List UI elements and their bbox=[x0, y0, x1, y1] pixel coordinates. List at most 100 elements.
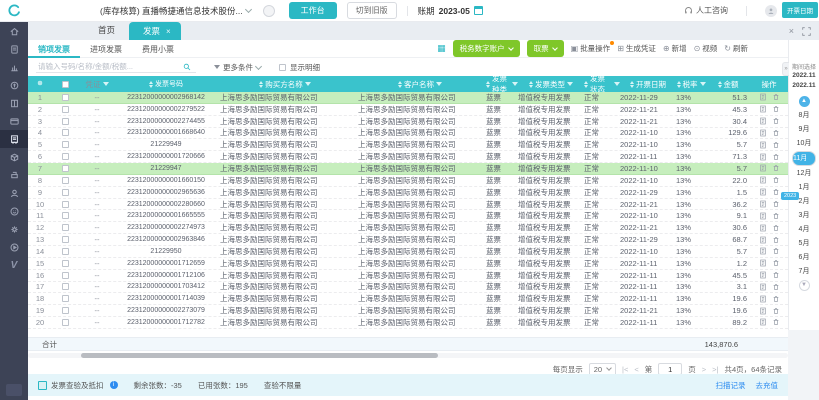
calendar-icon[interactable] bbox=[474, 6, 483, 15]
table-row[interactable]: 17--22312000000001703412上海思多励国际贸易有限公司上海思… bbox=[28, 282, 788, 294]
month-item[interactable]: 8月 bbox=[792, 109, 816, 122]
row-checkbox[interactable] bbox=[62, 165, 69, 172]
delete-icon[interactable] bbox=[772, 295, 780, 303]
detail-icon[interactable] bbox=[759, 105, 767, 113]
detail-icon[interactable] bbox=[759, 224, 767, 232]
detail-icon[interactable] bbox=[759, 200, 767, 208]
sort-icon[interactable] bbox=[529, 81, 533, 88]
cell-checkbox[interactable] bbox=[52, 295, 78, 302]
add-invoice-button[interactable]: ⊕ 新增 bbox=[663, 43, 687, 54]
sort-icon[interactable] bbox=[677, 81, 681, 88]
col-header-9[interactable]: 开票日期 bbox=[620, 76, 676, 92]
sidebar-item-home[interactable] bbox=[0, 22, 28, 40]
cell-checkbox[interactable] bbox=[52, 248, 78, 255]
row-checkbox[interactable] bbox=[62, 212, 69, 219]
delete-icon[interactable] bbox=[772, 105, 780, 113]
delete-icon[interactable] bbox=[772, 200, 780, 208]
col-header-3[interactable]: 发票号码 bbox=[116, 76, 216, 92]
row-checkbox[interactable] bbox=[62, 118, 69, 125]
delete-icon[interactable] bbox=[772, 141, 780, 149]
batch-actions-button[interactable]: ▣ 批量操作 bbox=[571, 43, 611, 54]
sidebar-item-face[interactable] bbox=[0, 202, 28, 220]
month-item[interactable]: 7月 bbox=[792, 265, 816, 278]
delete-icon[interactable] bbox=[772, 129, 780, 137]
company-selector[interactable]: (库存核算) 直播畅捷通信息技术股份... bbox=[100, 5, 251, 17]
fullscreen-icon[interactable] bbox=[802, 27, 811, 36]
col-header-8[interactable]: 发票状态 bbox=[584, 76, 620, 92]
row-checkbox[interactable] bbox=[62, 283, 69, 290]
invoice-date-button[interactable]: 开票日期 bbox=[782, 2, 818, 18]
detail-icon[interactable] bbox=[759, 295, 767, 303]
fetch-ticket-button[interactable]: 取票 bbox=[527, 40, 564, 57]
collapse-panel-icon[interactable]: » bbox=[782, 62, 789, 76]
month-item[interactable]: 4月 bbox=[792, 223, 816, 236]
sort-icon[interactable] bbox=[718, 81, 722, 88]
sort-icon[interactable] bbox=[149, 81, 153, 88]
filter-funnel-icon[interactable] bbox=[103, 82, 109, 86]
delete-icon[interactable] bbox=[772, 236, 780, 244]
row-checkbox[interactable] bbox=[62, 236, 69, 243]
cell-checkbox[interactable] bbox=[52, 106, 78, 113]
more-filters-button[interactable]: 更多条件 bbox=[214, 62, 261, 73]
cell-checkbox[interactable] bbox=[52, 177, 78, 184]
sort-icon[interactable] bbox=[630, 81, 634, 88]
subtab-1[interactable]: 进项发票 bbox=[80, 40, 132, 58]
filter-funnel-icon[interactable] bbox=[305, 82, 311, 86]
delete-icon[interactable] bbox=[772, 153, 780, 161]
cell-checkbox[interactable] bbox=[52, 272, 78, 279]
table-row[interactable]: 5--21229949上海思多励国际贸易有限公司上海思多励国际贸易有限公司蓝票增… bbox=[28, 139, 788, 151]
month-item[interactable]: 6月 bbox=[792, 251, 816, 264]
sidebar-item-print[interactable] bbox=[0, 166, 28, 184]
show-detail-toggle[interactable]: 显示明细 bbox=[279, 62, 320, 73]
col-header-2[interactable]: 凭证 bbox=[78, 76, 116, 92]
delete-icon[interactable] bbox=[772, 93, 780, 101]
row-checkbox[interactable] bbox=[62, 129, 69, 136]
cell-checkbox[interactable] bbox=[52, 260, 78, 267]
tab-home[interactable]: 首页 bbox=[84, 24, 129, 40]
row-checkbox[interactable] bbox=[62, 106, 69, 113]
detail-icon[interactable] bbox=[759, 318, 767, 326]
cell-checkbox[interactable] bbox=[52, 141, 78, 148]
scan-log-link[interactable]: 扫描记录 bbox=[716, 380, 746, 391]
refresh-button[interactable]: ↻ 刷新 bbox=[724, 43, 748, 54]
grid-view-icon[interactable]: ▦ bbox=[437, 43, 446, 54]
row-checkbox[interactable] bbox=[62, 248, 69, 255]
video-help-button[interactable]: ⊙ 视频 bbox=[694, 43, 718, 54]
tax-digital-account-button[interactable]: 税务数字账户 bbox=[453, 40, 520, 57]
subtab-0[interactable]: 销项发票 bbox=[28, 40, 80, 58]
table-row[interactable]: 19--22312000000002273079上海思多励国际贸易有限公司上海思… bbox=[28, 305, 788, 317]
first-page-button[interactable]: |< bbox=[622, 365, 628, 374]
cell-checkbox[interactable] bbox=[52, 94, 78, 101]
detail-icon[interactable] bbox=[759, 141, 767, 149]
delete-icon[interactable] bbox=[772, 224, 780, 232]
sort-icon[interactable] bbox=[259, 81, 263, 88]
month-item[interactable]: 3月 bbox=[792, 209, 816, 222]
detail-icon[interactable] bbox=[759, 153, 767, 161]
cell-checkbox[interactable] bbox=[52, 118, 78, 125]
generate-voucher-button[interactable]: ⊞ 生成凭证 bbox=[617, 43, 656, 54]
search-input[interactable] bbox=[38, 62, 183, 71]
detail-icon[interactable] bbox=[759, 188, 767, 196]
row-checkbox[interactable] bbox=[62, 153, 69, 160]
table-row[interactable]: 14--21229950上海思多励国际贸易有限公司上海思多励国际贸易有限公司蓝票… bbox=[28, 246, 788, 258]
col-header-5[interactable]: 客户名称 bbox=[354, 76, 486, 92]
search-icon[interactable] bbox=[183, 63, 191, 71]
row-checkbox[interactable] bbox=[62, 307, 69, 314]
month-item[interactable]: 12月 bbox=[792, 167, 816, 180]
col-header-1[interactable] bbox=[52, 76, 78, 92]
avatar[interactable] bbox=[765, 5, 777, 17]
detail-icon[interactable] bbox=[759, 129, 767, 137]
switch-old-version-button[interactable]: 切到旧版 bbox=[347, 2, 397, 19]
month-item[interactable]: 9月 bbox=[792, 123, 816, 136]
sidebar-item-goods[interactable] bbox=[0, 148, 28, 166]
detail-icon[interactable] bbox=[759, 247, 767, 255]
col-header-12[interactable]: 操作 bbox=[750, 76, 788, 92]
sidebar-item-form[interactable] bbox=[0, 40, 28, 58]
close-all-icon[interactable]: × bbox=[789, 26, 794, 36]
detail-icon[interactable] bbox=[759, 176, 767, 184]
table-row[interactable]: 1--22312000000002968142上海思多励国际贸易有限公司上海思多… bbox=[28, 92, 788, 104]
table-row[interactable]: 2--22312000000002279522上海思多励国际贸易有限公司上海思多… bbox=[28, 104, 788, 116]
row-checkbox[interactable] bbox=[62, 189, 69, 196]
col-header-10[interactable]: 税率 bbox=[676, 76, 706, 92]
table-row[interactable]: 4--22312000000001668640上海思多励国际贸易有限公司上海思多… bbox=[28, 128, 788, 140]
